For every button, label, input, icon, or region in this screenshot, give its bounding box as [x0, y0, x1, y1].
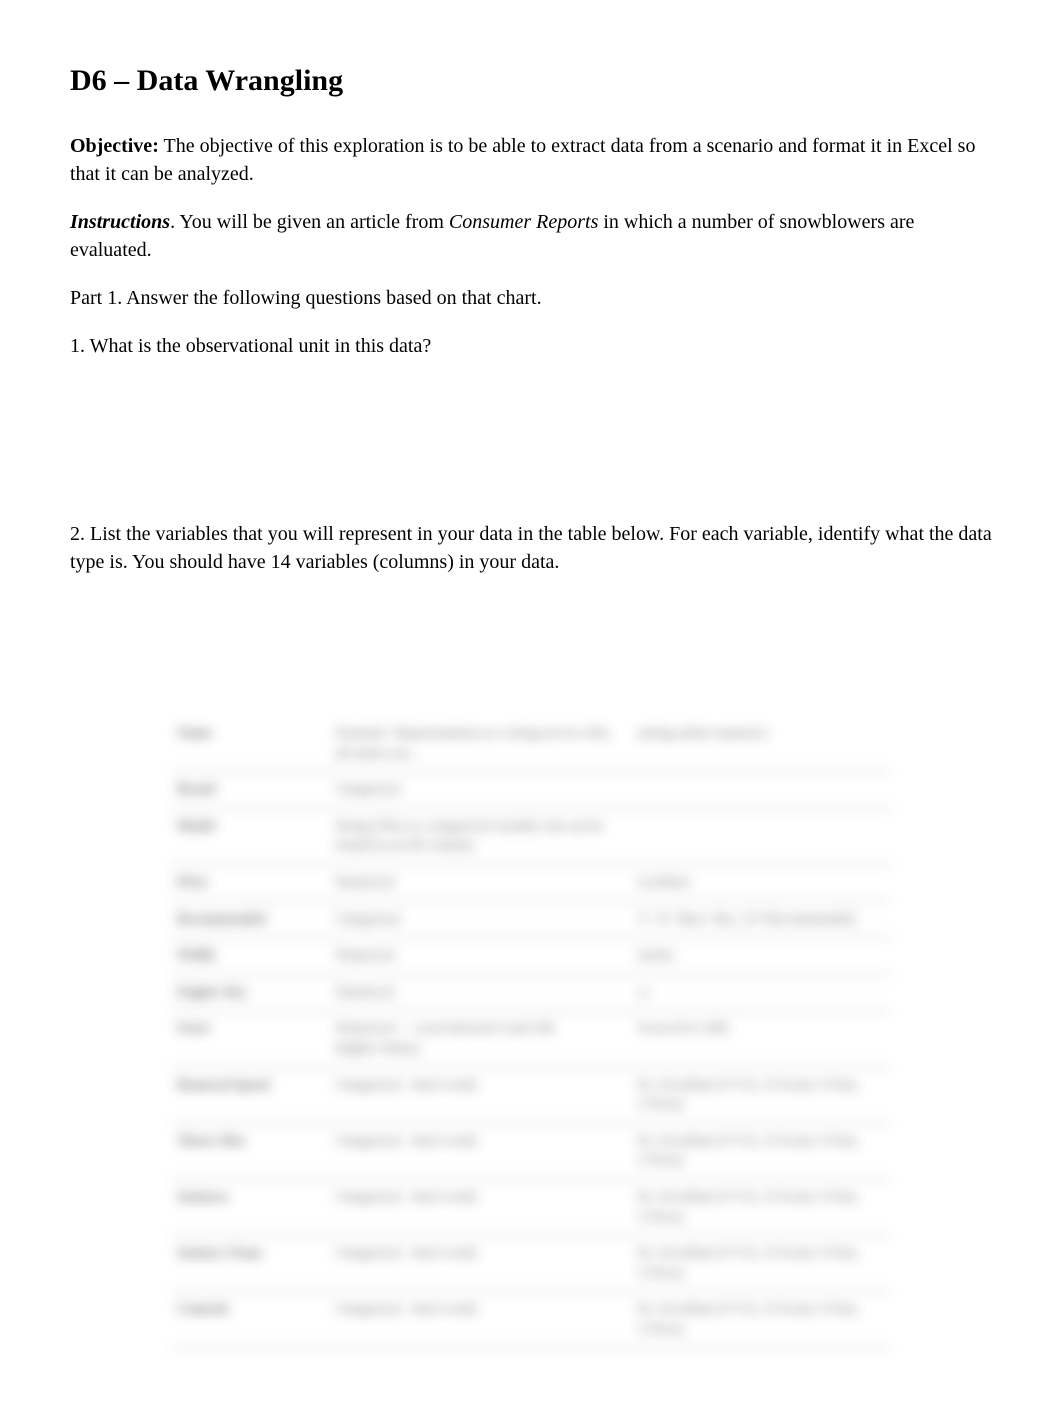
table-cell: Nominal / Representation as a string not…: [329, 716, 631, 772]
table-row: ScoreNumerical — score between 0 and 100…: [171, 1011, 891, 1067]
page-title: D6 – Data Wrangling: [70, 60, 992, 102]
objective-text: The objective of this exploration is to …: [70, 135, 975, 185]
table-cell: Engine Size: [171, 974, 329, 1011]
table-cell: in dollars: [632, 864, 891, 901]
answer-space-2: [70, 596, 992, 716]
table-cell: Categorical - short words: [329, 1292, 631, 1348]
table-cell: Categorical - short words: [329, 1123, 631, 1179]
table-cell: Ex. Excellent (5=V.G, 4=Good, 3=Fair, 2=…: [632, 1292, 891, 1348]
table-row: Surface CleanCategorical - short wordsEx…: [171, 1236, 891, 1292]
table-cell: Throw Dist: [171, 1123, 329, 1179]
table-row: Throw DistCategorical - short wordsEx. E…: [171, 1123, 891, 1179]
instructions-label: Instructions: [70, 211, 170, 233]
table-cell: Model: [171, 808, 329, 864]
table-cell: Controls: [171, 1292, 329, 1348]
instructions-text-1: . You will be given an article from: [170, 211, 449, 233]
table-cell: Y / N / Best / Rec. (Y=Recommended): [632, 901, 891, 938]
table-cell: [632, 772, 891, 809]
table-cell: Brand: [171, 772, 329, 809]
table-cell: Removal Speed: [171, 1067, 329, 1123]
instructions-paragraph: Instructions. You will be given an artic…: [70, 208, 992, 264]
table-cell: Numerical — score between 0 and 100 (hig…: [329, 1011, 631, 1067]
table-cell: Name: [171, 716, 329, 772]
table-cell: inches: [632, 938, 891, 975]
table-row: SurfacesCategorical - short wordsEx. Exc…: [171, 1179, 891, 1235]
table-cell: Recommended: [171, 901, 329, 938]
table-cell: String (This is a categorical variable, …: [329, 808, 631, 864]
answer-space-1: [70, 380, 992, 520]
instructions-italic: Consumer Reports: [449, 211, 598, 233]
table-cell: Numerical: [329, 864, 631, 901]
table-cell: Ex. Excellent (5=V.G, 4=Good, 3=Fair, 2=…: [632, 1067, 891, 1123]
table-row: RecommendedCategoricalY / N / Best / Rec…: [171, 901, 891, 938]
table-row: ModelString (This is a categorical varia…: [171, 808, 891, 864]
table-cell: (string unless numeric): [632, 716, 891, 772]
question-2: 2. List the variables that you will repr…: [70, 520, 992, 576]
table-cell: Score (0 to 100): [632, 1011, 891, 1067]
variables-table-blurred: NameNominal / Representation as a string…: [171, 716, 891, 1348]
table-cell: Score: [171, 1011, 329, 1067]
table-cell: Ex. Excellent (5=V.G, 4=Good, 3=Fair, 2=…: [632, 1236, 891, 1292]
table-row: BrandCategorical: [171, 772, 891, 809]
table-cell: Categorical - short words: [329, 1067, 631, 1123]
table-cell: cc: [632, 974, 891, 1011]
table-row: WidthNumericalinches: [171, 938, 891, 975]
objective-paragraph: Objective: The objective of this explora…: [70, 132, 992, 188]
table-cell: Categorical: [329, 772, 631, 809]
table-row: NameNominal / Representation as a string…: [171, 716, 891, 772]
table-row: PriceNumericalin dollars: [171, 864, 891, 901]
table-cell: Ex. Excellent (5=V.G, 4=Good, 3=Fair, 2=…: [632, 1123, 891, 1179]
table-cell: [632, 808, 891, 864]
objective-label: Objective:: [70, 135, 159, 157]
table-cell: Surfaces: [171, 1179, 329, 1235]
part-1-heading: Part 1. Answer the following questions b…: [70, 284, 992, 312]
table-cell: Categorical - short words: [329, 1236, 631, 1292]
table-row: Removal SpeedCategorical - short wordsEx…: [171, 1067, 891, 1123]
table-cell: Ex. Excellent (5=V.G, 4=Good, 3=Fair, 2=…: [632, 1179, 891, 1235]
table-cell: Surface Clean: [171, 1236, 329, 1292]
table-cell: Categorical - short words: [329, 1179, 631, 1235]
table-cell: Width: [171, 938, 329, 975]
table-cell: Categorical: [329, 901, 631, 938]
variables-table-body: NameNominal / Representation as a string…: [171, 716, 891, 1348]
table-cell: Price: [171, 864, 329, 901]
table-cell: Numerical: [329, 938, 631, 975]
table-row: Engine SizeNumericalcc: [171, 974, 891, 1011]
question-1: 1. What is the observational unit in thi…: [70, 332, 992, 360]
table-cell: Numerical: [329, 974, 631, 1011]
table-row: ControlsCategorical - short wordsEx. Exc…: [171, 1292, 891, 1348]
